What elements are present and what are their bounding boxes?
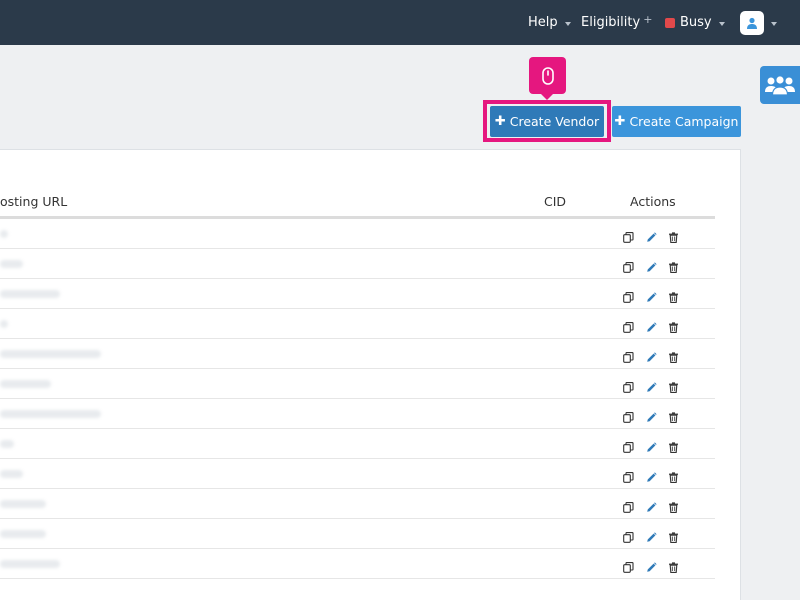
table-row: t — [0, 219, 715, 249]
trash-icon[interactable] — [668, 498, 679, 513]
copy-icon[interactable] — [623, 468, 634, 483]
avatar — [740, 10, 764, 35]
trash-icon[interactable] — [668, 348, 679, 363]
team-panel-toggle[interactable] — [760, 66, 800, 104]
copy-icon[interactable] — [623, 558, 634, 573]
pencil-icon[interactable] — [646, 468, 657, 482]
status-label: Busy — [680, 15, 712, 30]
pencil-icon[interactable] — [646, 438, 657, 452]
copy-icon[interactable] — [623, 498, 634, 513]
copy-icon[interactable] — [623, 258, 634, 273]
help-label: Help — [528, 15, 558, 30]
posting-url-cell: t — [0, 230, 8, 238]
create-campaign-label: Create Campaign — [629, 114, 739, 129]
users-icon — [765, 75, 795, 96]
pencil-icon[interactable] — [646, 528, 657, 542]
mouse-icon — [541, 66, 554, 85]
column-header-actions: Actions — [630, 194, 676, 209]
create-vendor-label: Create Vendor — [509, 114, 600, 129]
pencil-icon[interactable] — [646, 558, 657, 572]
table-row: testdellalese — [0, 549, 715, 579]
table-row: tests — [0, 249, 715, 279]
pencil-icon[interactable] — [646, 408, 657, 422]
top-navbar: Help Eligibility + Busy — [0, 0, 800, 45]
pencil-icon[interactable] — [646, 288, 657, 302]
table-row: testdellalesecabetto 2 — [0, 399, 715, 429]
pencil-icon[interactable] — [646, 228, 657, 242]
table-row: testa — [0, 459, 715, 489]
table-row: testdellalesecabetto 1 — [0, 339, 715, 369]
table-row: testdellal — [0, 489, 715, 519]
pencil-icon[interactable] — [646, 258, 657, 272]
copy-icon[interactable] — [623, 528, 634, 543]
posting-url-cell: testdellal — [0, 530, 46, 538]
copy-icon[interactable] — [623, 408, 634, 423]
pencil-icon[interactable] — [646, 378, 657, 392]
trash-icon[interactable] — [668, 318, 679, 333]
create-vendor-button[interactable]: ✚ Create Vendor — [490, 106, 604, 137]
click-hint-badge — [529, 57, 566, 100]
trash-icon[interactable] — [668, 558, 679, 573]
copy-icon[interactable] — [623, 378, 634, 393]
eligibility-label: Eligibility — [581, 15, 641, 30]
eligibility-menu[interactable]: Eligibility + — [581, 0, 652, 45]
chevron-down-icon — [564, 21, 571, 26]
chevron-down-icon — [718, 21, 725, 26]
table-row: testdellal — [0, 519, 715, 549]
pencil-icon[interactable] — [646, 498, 657, 512]
posting-url-cell: tes — [0, 440, 14, 448]
plus-icon: ✚ — [494, 114, 506, 129]
chevron-down-icon — [771, 21, 777, 26]
posting-url-cell: testdellalesecabetto 2 — [0, 410, 102, 418]
copy-icon[interactable] — [623, 438, 634, 453]
copy-icon[interactable] — [623, 228, 634, 243]
posting-url-cell: testdellalesecabetto 1 — [0, 350, 102, 358]
copy-icon[interactable] — [623, 348, 634, 363]
column-header-posting-url: osting URL — [0, 194, 68, 209]
posting-url-cell: testa — [0, 470, 23, 478]
trash-icon[interactable] — [668, 408, 679, 423]
posting-url-cell: testdellalese — [0, 560, 60, 568]
table-row: testdellalese — [0, 279, 715, 309]
table-row: t — [0, 309, 715, 339]
status-indicator — [665, 17, 675, 28]
pencil-icon[interactable] — [646, 318, 657, 332]
posting-url-cell: t — [0, 320, 8, 328]
trash-icon[interactable] — [668, 438, 679, 453]
create-campaign-button[interactable]: ✚ Create Campaign — [612, 106, 741, 137]
plus-icon: ✚ — [614, 114, 626, 129]
copy-icon[interactable] — [623, 318, 634, 333]
table-row: tes — [0, 429, 715, 459]
posting-url-cell: testdellalese — [0, 290, 60, 298]
trash-icon[interactable] — [668, 528, 679, 543]
posting-url-cell: tests — [0, 260, 23, 268]
column-header-cid: CID — [544, 194, 567, 209]
copy-icon[interactable] — [623, 288, 634, 303]
trash-icon[interactable] — [668, 288, 679, 303]
trash-icon[interactable] — [668, 228, 679, 243]
user-icon — [747, 17, 757, 29]
user-menu[interactable] — [740, 0, 777, 45]
trash-icon[interactable] — [668, 258, 679, 273]
trash-icon[interactable] — [668, 468, 679, 483]
posting-url-cell: testdellall — [0, 380, 51, 388]
table-row: testdellall — [0, 369, 715, 399]
eligibility-plus-mark: + — [643, 13, 653, 26]
pencil-icon[interactable] — [646, 348, 657, 362]
trash-icon[interactable] — [668, 378, 679, 393]
help-menu[interactable]: Help — [528, 0, 571, 45]
status-menu[interactable]: Busy — [665, 0, 725, 45]
posting-url-cell: testdellal — [0, 500, 46, 508]
